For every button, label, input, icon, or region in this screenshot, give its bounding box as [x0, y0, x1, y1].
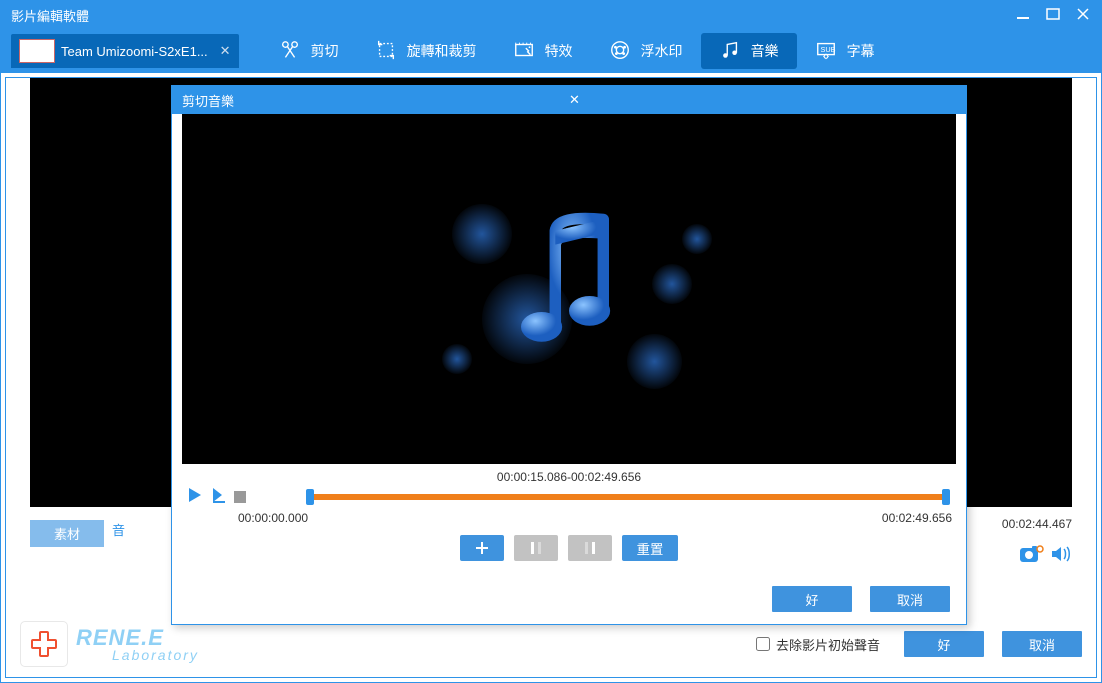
watermark-icon	[609, 39, 631, 64]
window-controls	[1015, 6, 1091, 25]
subtitle-icon: SUB	[815, 39, 837, 64]
preview-side-icons	[1018, 543, 1072, 568]
close-button[interactable]	[1075, 6, 1091, 25]
subtitle-tool[interactable]: SUB 字幕	[797, 33, 893, 69]
dialog-slider[interactable]	[256, 492, 948, 502]
rotate-icon	[375, 39, 397, 64]
remove-audio-label: 去除影片初始聲音	[776, 635, 880, 654]
remove-audio-option[interactable]: 去除影片初始聲音	[756, 635, 904, 654]
main-footer: RENE.E Laboratory 去除影片初始聲音 好 取消	[6, 621, 1082, 667]
slider-start-handle[interactable]	[306, 489, 314, 505]
rotate-crop-label: 旋轉和裁剪	[407, 41, 477, 61]
svg-text:SUB: SUB	[820, 44, 835, 53]
material-tab[interactable]: 素材	[30, 520, 104, 547]
mark-out-button[interactable]	[568, 535, 612, 561]
file-tab[interactable]: Team Umizoomi-S2xE1... ✕	[11, 34, 239, 68]
rotate-crop-tool[interactable]: 旋轉和裁剪	[357, 33, 495, 69]
subtitle-label: 字幕	[847, 41, 875, 61]
reset-button[interactable]: 重置	[622, 535, 678, 561]
cut-label: 剪切	[311, 41, 339, 61]
play-button[interactable]	[186, 486, 204, 507]
mark-in-button[interactable]	[514, 535, 558, 561]
title-bar: 影片編輯軟體	[1, 1, 1101, 29]
dialog-title-bar: 剪切音樂 ✕	[172, 86, 966, 114]
dialog-close-icon[interactable]: ✕	[569, 92, 956, 108]
step-button[interactable]	[210, 486, 228, 507]
add-segment-button[interactable]	[460, 535, 504, 561]
dialog-body: 00:00:15.086-00:02:49.656 00:00:00.000	[172, 114, 966, 624]
cut-tool[interactable]: 剪切	[261, 33, 357, 69]
camera-icon[interactable]	[1018, 543, 1044, 568]
toolbar: 剪切 旋轉和裁剪 特效 浮水印 音樂 SUB 字幕	[239, 33, 1101, 69]
dialog-cancel-button[interactable]: 取消	[870, 586, 950, 612]
tab-row: Team Umizoomi-S2xE1... ✕ 剪切 旋轉和裁剪 特效 浮水印	[1, 29, 1101, 73]
watermark-label: 浮水印	[641, 41, 683, 61]
minimize-button[interactable]	[1015, 6, 1031, 25]
file-tab-close-icon[interactable]: ✕	[220, 43, 231, 59]
dialog-ok-button[interactable]: 好	[772, 586, 852, 612]
music-note-icon	[489, 208, 649, 371]
main-cancel-button[interactable]: 取消	[1002, 631, 1082, 657]
logo-area: RENE.E Laboratory	[6, 621, 199, 667]
file-thumbnail	[19, 39, 55, 63]
dialog-range-label: 00:00:15.086-00:02:49.656	[172, 470, 966, 484]
app-window: 影片編輯軟體 Team Umizoomi-S2xE1... ✕ 剪切 旋轉和裁剪	[0, 0, 1102, 683]
window-title: 影片編輯軟體	[11, 6, 1015, 25]
remove-audio-checkbox[interactable]	[756, 637, 770, 651]
music-label: 音樂	[751, 41, 779, 61]
file-tab-label: Team Umizoomi-S2xE1...	[61, 44, 208, 59]
slider-end-time: 00:02:49.656	[882, 511, 952, 525]
music-icon	[719, 39, 741, 64]
dialog-title: 剪切音樂	[182, 91, 569, 110]
effects-label: 特效	[545, 41, 573, 61]
maximize-button[interactable]	[1045, 6, 1061, 25]
cut-music-dialog: 剪切音樂 ✕	[171, 85, 967, 625]
logo-icon	[20, 621, 68, 667]
effects-tool[interactable]: 特效	[495, 33, 591, 69]
speaker-icon[interactable]	[1050, 544, 1072, 567]
effects-icon	[513, 39, 535, 64]
music-tab-truncated[interactable]: 音	[112, 520, 125, 547]
main-ok-button[interactable]: 好	[904, 631, 984, 657]
dialog-controls: 00:00:00.000 00:02:49.656 重置	[172, 484, 966, 561]
music-tool[interactable]: 音樂	[701, 33, 797, 69]
dialog-preview	[182, 114, 956, 464]
stop-button[interactable]	[234, 491, 246, 503]
slider-end-handle[interactable]	[942, 489, 950, 505]
watermark-tool[interactable]: 浮水印	[591, 33, 701, 69]
scissors-icon	[279, 39, 301, 64]
slider-start-time: 00:00:00.000	[238, 511, 308, 525]
